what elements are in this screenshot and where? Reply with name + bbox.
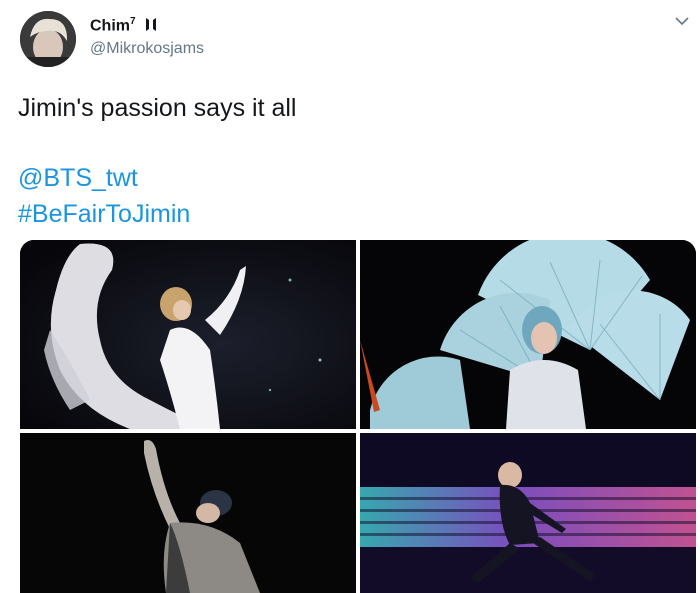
display-name[interactable]: Chim7: [90, 16, 157, 37]
display-name-text: Chim: [90, 17, 130, 35]
hashtag-link[interactable]: #BeFairToJimin: [18, 200, 190, 229]
mention-link[interactable]: @BTS_twt: [18, 164, 138, 193]
bts-logo-icon: [145, 17, 157, 37]
photo-3[interactable]: [20, 433, 356, 593]
photo-2[interactable]: [360, 240, 696, 429]
avatar[interactable]: [20, 11, 76, 67]
user-handle[interactable]: @Mikrokosjams: [90, 40, 204, 58]
chevron-down-icon[interactable]: [674, 14, 690, 26]
photo-4[interactable]: [360, 433, 696, 593]
display-name-superscript: 7: [130, 16, 136, 27]
avatar-image: [20, 11, 76, 67]
photo-1[interactable]: [20, 240, 356, 429]
media-grid: [20, 240, 696, 593]
tweet-text: Jimin's passion says it all: [18, 94, 297, 122]
